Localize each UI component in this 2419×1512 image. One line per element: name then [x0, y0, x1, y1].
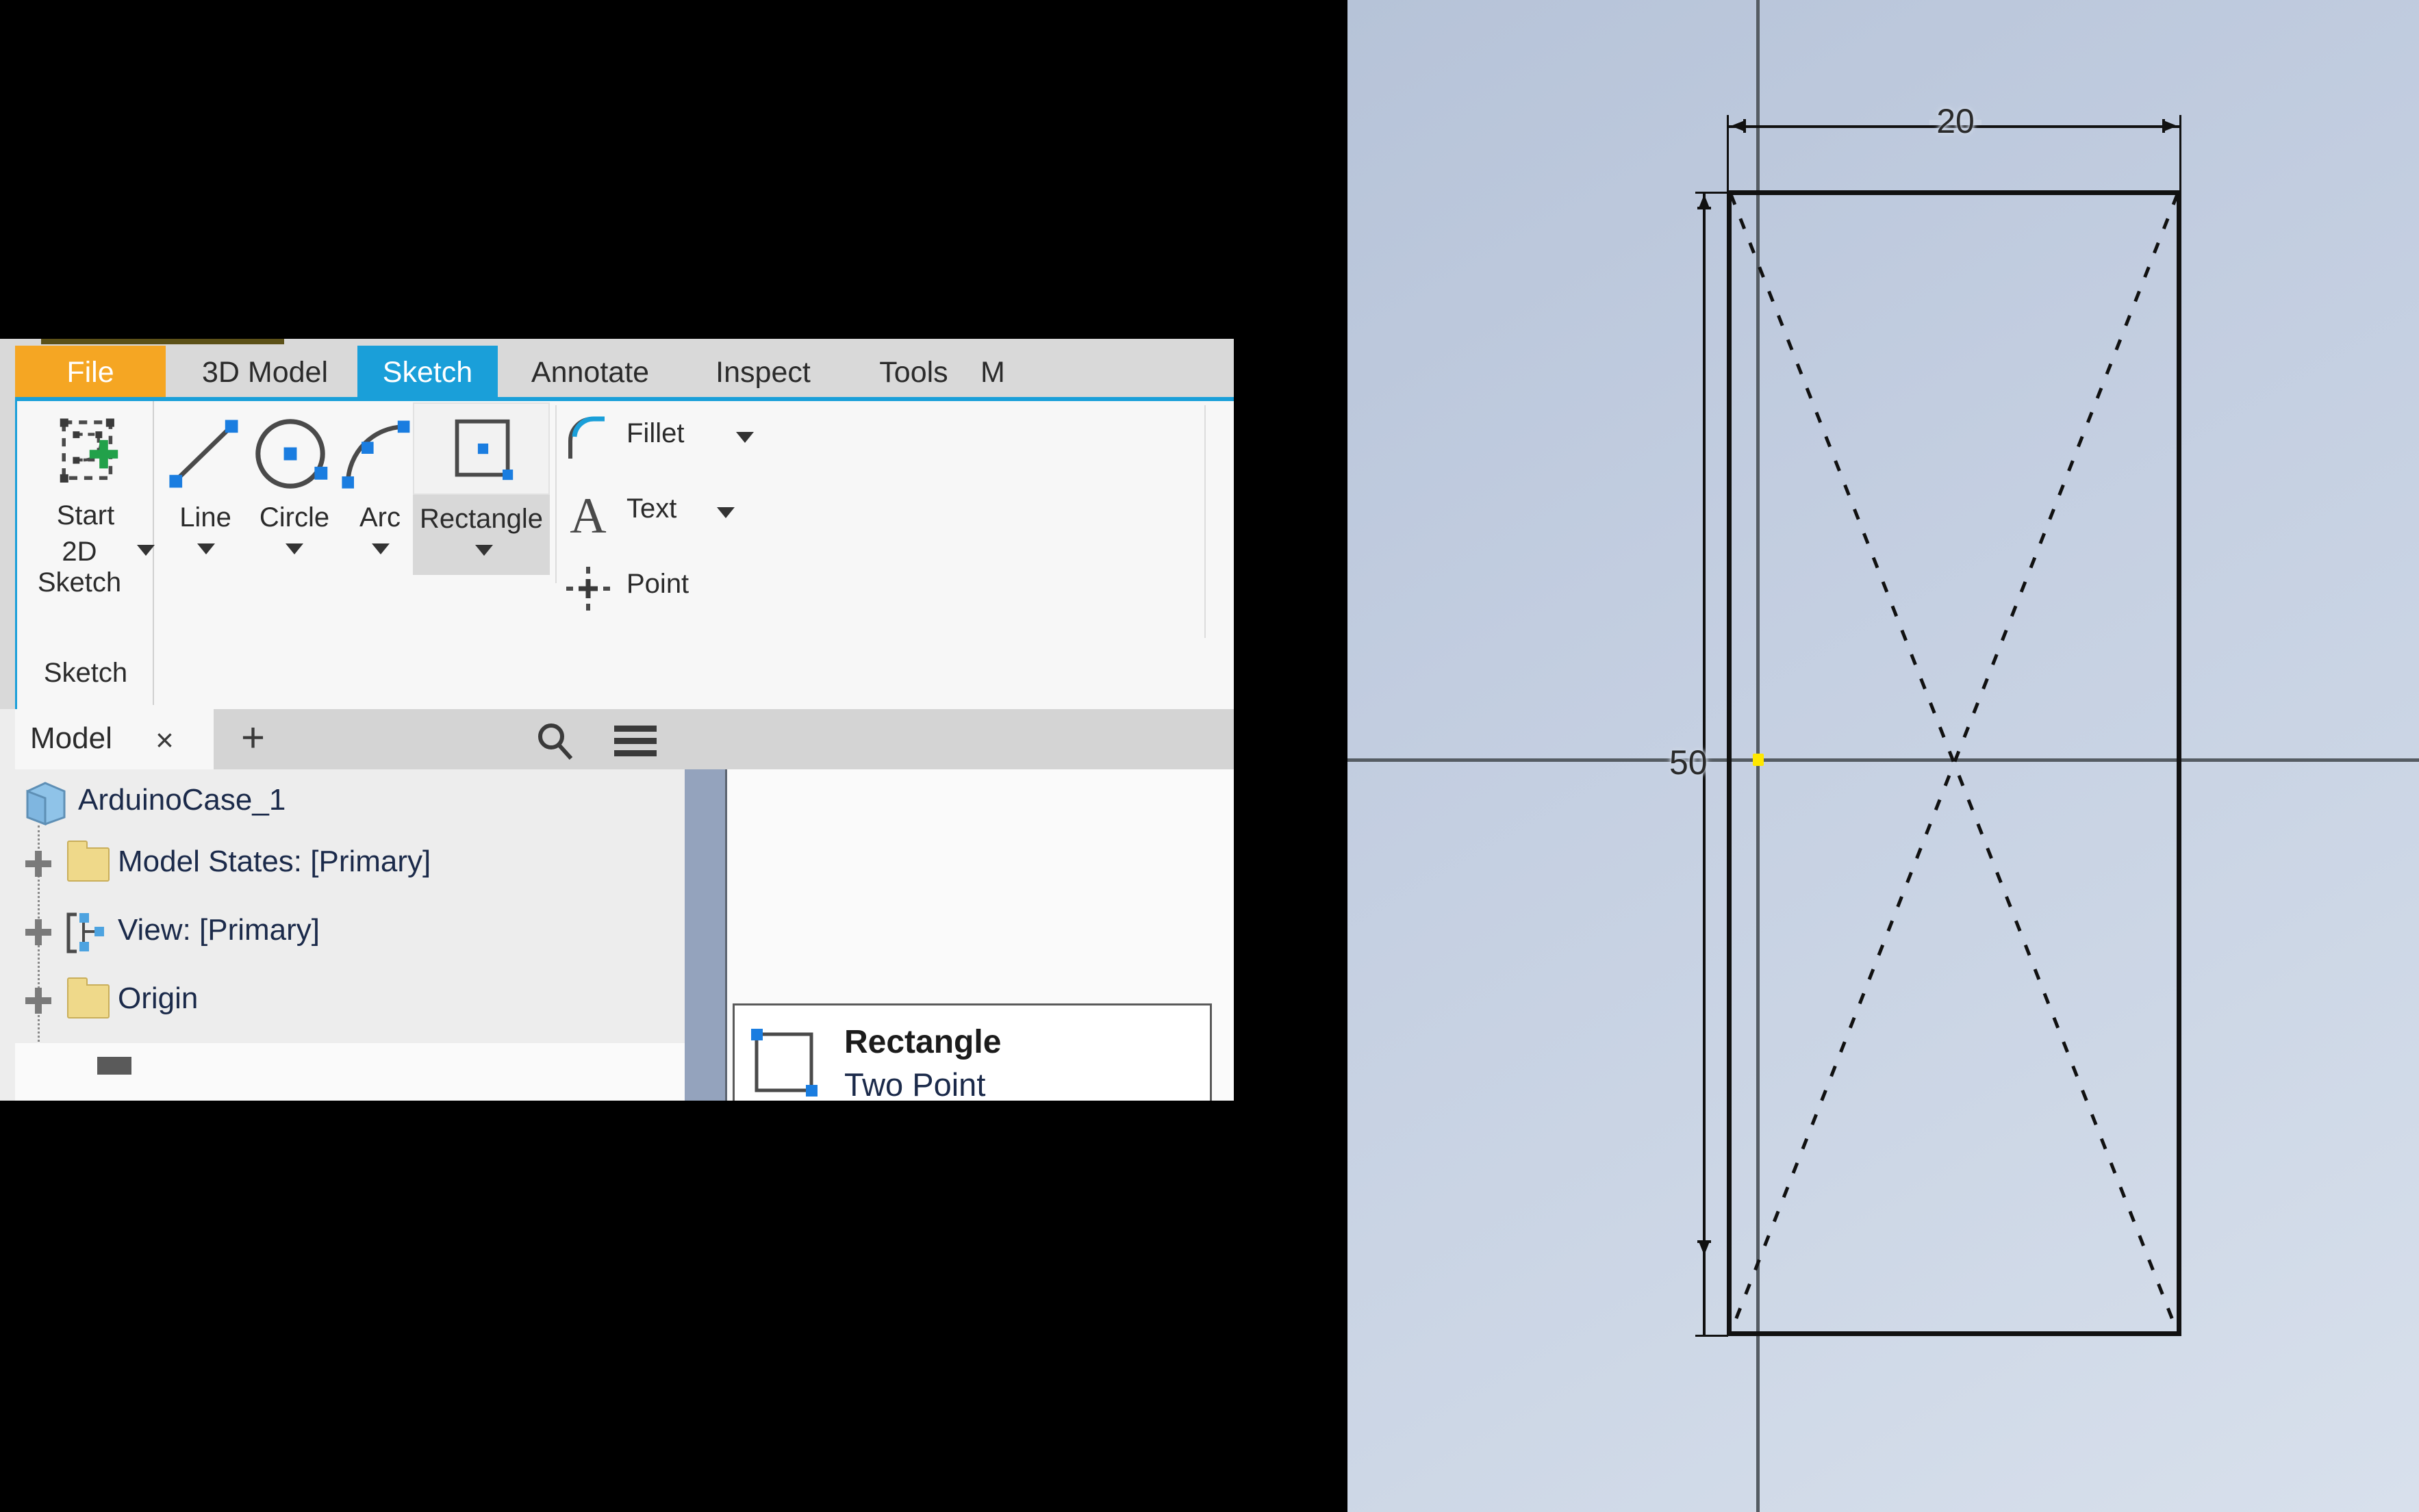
fillet-button-label[interactable]: Fillet	[626, 418, 684, 449]
folder-icon	[67, 841, 110, 882]
tree-label-root: ArduinoCase_1	[78, 783, 286, 817]
start-2d-sketch-label-line2: 2D Sketch	[37, 537, 122, 598]
sketch-center-point[interactable]	[1753, 754, 1764, 766]
rectangle-button-label: Rectangle	[419, 504, 544, 534]
ribbon-group-label-sketch: Sketch	[43, 658, 128, 688]
part-cube-icon	[26, 782, 66, 825]
tree-label-model-states: Model States: [Primary]	[118, 845, 431, 878]
start-2d-sketch-dropdown-caret[interactable]	[137, 545, 155, 556]
sketch-rectangle[interactable]	[1727, 190, 2181, 1336]
tab-sketch[interactable]: Sketch	[357, 346, 498, 399]
browser-tab-model-label: Model	[30, 721, 112, 755]
close-icon[interactable]: ×	[155, 721, 174, 758]
dim-height-ext-top	[1695, 192, 1728, 194]
ribbon-group-separator-right	[1204, 405, 1206, 638]
expand-plus-icon[interactable]	[23, 849, 53, 879]
dim-height-arrow-bottom	[1697, 1240, 1711, 1255]
line-button-label[interactable]: Line	[154, 502, 257, 533]
rectangle-icon	[455, 419, 514, 480]
ribbon-group-separator	[555, 405, 557, 583]
tab-annotate[interactable]: Annotate	[505, 346, 676, 399]
start-2d-sketch-icon	[60, 418, 118, 483]
point-button-label[interactable]: Point	[626, 569, 689, 600]
tab-more[interactable]: M	[980, 346, 1063, 399]
browser-tab-row: Model × +	[15, 709, 1234, 769]
rectangle-two-point-icon	[751, 1029, 818, 1097]
tab-3d-model[interactable]: 3D Model	[179, 346, 351, 399]
ribbon-panel: Start 2D Sketch Sketch Line Circle Arc R…	[15, 401, 1234, 709]
dim-height-arrow-top	[1697, 194, 1711, 209]
circle-button-label[interactable]: Circle	[243, 502, 346, 533]
svg-text:A: A	[570, 489, 606, 538]
menu-item-title: Rectangle	[844, 1024, 1002, 1060]
dimension-width-label[interactable]: 20	[1730, 101, 2181, 141]
tab-tools[interactable]: Tools	[854, 346, 974, 399]
rectangle-dropdown-caret[interactable]	[475, 545, 493, 556]
cad-viewport[interactable]: 20 50	[1347, 0, 2419, 1512]
ribbon-tab-bar: File 3D Model Sketch Annotate Inspect To…	[0, 346, 1234, 399]
arc-dropdown-caret[interactable]	[372, 543, 390, 554]
menu-item-subtitle: Two Point	[844, 1066, 986, 1101]
circle-icon	[255, 419, 328, 489]
fillet-dropdown-caret[interactable]	[736, 432, 754, 443]
circle-dropdown-caret[interactable]	[286, 543, 303, 554]
tree-partial-item-icon	[97, 1057, 131, 1075]
dimension-height-value: 50	[1669, 743, 1708, 782]
rectangle-dropdown-menu[interactable]: Rectangle Two Point Rectangle Three Poin…	[733, 1003, 1212, 1101]
menu-item-rectangle-two-point[interactable]: Rectangle Two Point	[735, 1010, 1210, 1101]
text-button-label[interactable]: Text	[626, 494, 676, 524]
tree-label-view: View: [Primary]	[118, 913, 320, 947]
document-tab-stub	[41, 339, 284, 344]
tab-file[interactable]: File	[15, 346, 166, 399]
add-tab-icon[interactable]: +	[241, 717, 265, 758]
browser-scrollbar[interactable]	[685, 769, 727, 1101]
model-tree[interactable]: ArduinoCase_1 Model States: [Primary] Vi…	[15, 769, 685, 1101]
text-dropdown-caret[interactable]	[717, 507, 735, 518]
inventor-window: File 3D Model Sketch Annotate Inspect To…	[0, 339, 1234, 1101]
tree-label-origin: Origin	[118, 982, 199, 1015]
arc-icon	[342, 420, 410, 489]
search-icon[interactable]	[535, 721, 574, 760]
hamburger-menu-icon[interactable]	[614, 724, 657, 757]
fillet-icon	[568, 416, 605, 459]
rectangle-button[interactable]: Rectangle	[413, 402, 550, 575]
line-icon	[169, 420, 238, 488]
dimension-width-value: 20	[1929, 102, 1981, 140]
start-2d-sketch-label-line1: Start	[56, 500, 115, 530]
text-a-icon: A	[570, 489, 606, 538]
dimension-height-label[interactable]: 50	[1669, 743, 1708, 782]
expand-plus-icon[interactable]	[23, 917, 53, 947]
view-icon	[66, 912, 104, 953]
folder-icon	[67, 977, 110, 1018]
dim-height-ext-bottom	[1695, 1335, 1728, 1337]
line-dropdown-caret[interactable]	[197, 543, 215, 554]
expand-plus-icon[interactable]	[23, 986, 53, 1016]
point-icon	[566, 567, 610, 611]
tab-inspect[interactable]: Inspect	[686, 346, 840, 399]
